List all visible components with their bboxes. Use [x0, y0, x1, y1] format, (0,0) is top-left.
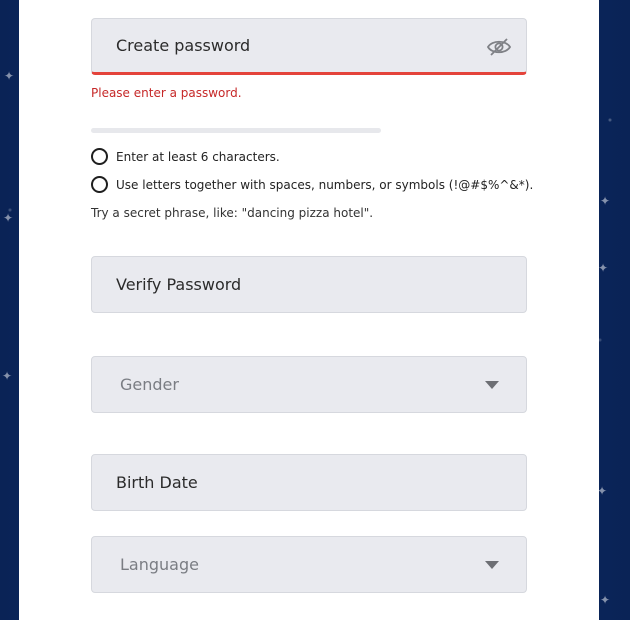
- language-placeholder: Language: [120, 555, 199, 574]
- eye-slash-icon[interactable]: [486, 37, 512, 57]
- gender-select[interactable]: Gender: [91, 356, 527, 413]
- password-error-message: Please enter a password.: [91, 86, 242, 100]
- gender-placeholder: Gender: [120, 375, 179, 394]
- requirement-label: Use letters together with spaces, number…: [116, 177, 534, 192]
- create-password-placeholder: Create password: [116, 36, 251, 55]
- requirement-character-mix: Use letters together with spaces, number…: [91, 176, 533, 193]
- create-password-field[interactable]: Create password: [91, 18, 527, 75]
- verify-password-placeholder: Verify Password: [116, 275, 242, 294]
- star-decoration: ✦: [4, 69, 15, 83]
- star-decoration: ✦: [600, 593, 611, 607]
- requirement-circle-icon: [91, 148, 108, 165]
- verify-password-field[interactable]: Verify Password: [91, 256, 527, 313]
- star-decoration: ✦: [600, 194, 611, 208]
- birth-date-placeholder: Birth Date: [116, 473, 198, 492]
- requirement-min-length: Enter at least 6 characters.: [91, 148, 280, 165]
- language-select[interactable]: Language: [91, 536, 527, 593]
- star-decoration: ✦: [3, 211, 14, 225]
- chevron-down-icon: [485, 381, 499, 389]
- requirement-label: Enter at least 6 characters.: [116, 149, 280, 164]
- requirement-circle-icon: [91, 176, 108, 193]
- birth-date-field[interactable]: Birth Date: [91, 454, 527, 511]
- star-decoration: ✦: [2, 369, 13, 383]
- star-decoration: ✦: [598, 261, 609, 275]
- password-strength-bar: [91, 128, 381, 133]
- chevron-down-icon: [485, 561, 499, 569]
- password-hint: Try a secret phrase, like: "dancing pizz…: [91, 206, 374, 220]
